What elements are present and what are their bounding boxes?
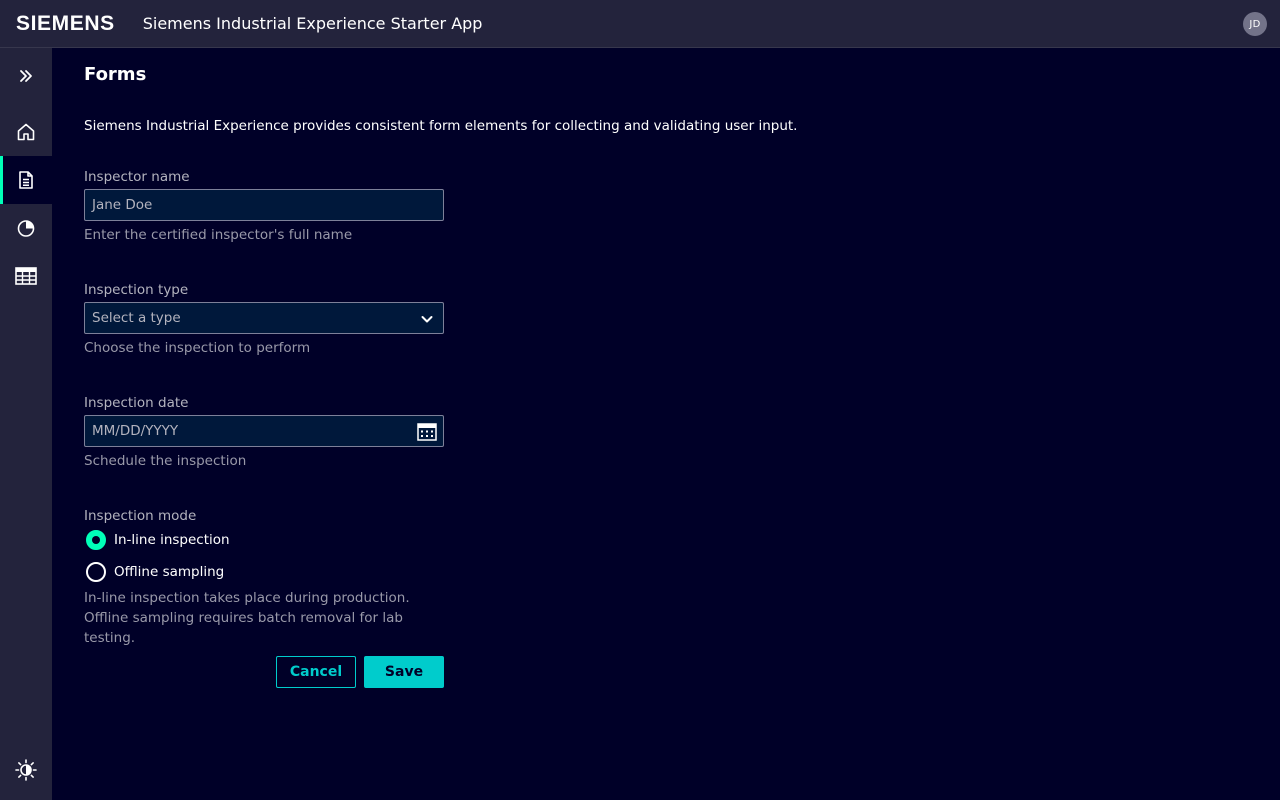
radio-inline-button[interactable] — [86, 530, 106, 550]
sidebar-item-table[interactable] — [0, 252, 52, 300]
chevron-down-icon — [417, 309, 437, 329]
radio-inline-label[interactable]: In-line inspection — [114, 532, 230, 548]
theme-sun-icon — [15, 759, 37, 781]
siemens-logo[interactable]: SIEMENS — [16, 12, 115, 36]
page-intro: Siemens Industrial Experience provides c… — [84, 118, 798, 134]
inspection-date-input[interactable]: MM/DD/YYYY — [84, 415, 444, 447]
sidebar-item-forms[interactable] — [0, 156, 52, 204]
inspection-type-label: Inspection type — [84, 282, 189, 298]
radio-offline-label[interactable]: Offline sampling — [114, 564, 224, 580]
pie-chart-icon — [17, 220, 35, 237]
inspection-type-select[interactable]: Select a type — [84, 302, 444, 334]
app-header: SIEMENS Siemens Industrial Experience St… — [0, 0, 1280, 48]
cancel-button[interactable]: Cancel — [276, 656, 356, 688]
app-title: Siemens Industrial Experience Starter Ap… — [142, 14, 483, 33]
table-icon — [15, 267, 37, 285]
inspection-mode-help: In-line inspection takes place during pr… — [84, 590, 410, 646]
inspection-type-placeholder: Select a type — [92, 310, 181, 326]
radio-option-inline[interactable]: In-line inspection — [84, 528, 230, 552]
inspection-date-label: Inspection date — [84, 395, 189, 411]
inspection-type-help: Choose the inspection to perform — [84, 340, 311, 356]
home-icon — [17, 123, 35, 141]
document-icon — [19, 171, 33, 189]
inspection-date-placeholder: MM/DD/YYYY — [92, 423, 179, 439]
inspector-name-value: Jane Doe — [92, 197, 153, 213]
inspector-name-help: Enter the certified inspector's full nam… — [84, 227, 353, 243]
sidebar-expand-button[interactable] — [0, 52, 52, 100]
sidebar-item-home[interactable] — [0, 108, 52, 156]
sidebar-item-charts[interactable] — [0, 204, 52, 252]
sidebar — [0, 48, 52, 800]
calendar-icon[interactable] — [417, 422, 437, 442]
inspector-name-label: Inspector name — [84, 169, 190, 185]
inspection-mode-label: Inspection mode — [84, 508, 197, 524]
user-avatar[interactable]: JD — [1243, 12, 1267, 36]
inspector-name-input[interactable]: Jane Doe — [84, 189, 444, 221]
theme-toggle-button[interactable] — [0, 746, 52, 794]
radio-offline-button[interactable] — [86, 562, 106, 582]
page-title: Forms — [84, 64, 147, 85]
save-button[interactable]: Save — [364, 656, 444, 688]
double-chevron-right-icon — [20, 70, 32, 82]
radio-option-offline[interactable]: Offline sampling — [84, 560, 224, 584]
inspection-date-help: Schedule the inspection — [84, 453, 247, 469]
